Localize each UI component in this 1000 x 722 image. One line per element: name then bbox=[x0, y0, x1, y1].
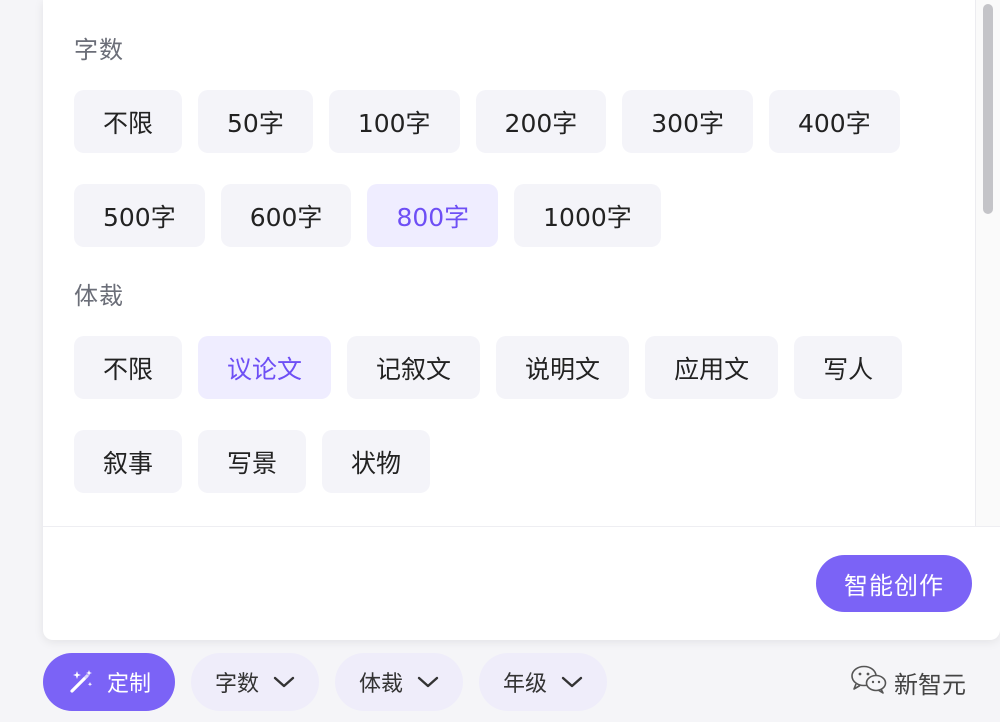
word-count-filter-button[interactable]: 字数 bbox=[191, 653, 320, 711]
word-count-option-unlimited[interactable]: 不限 bbox=[74, 90, 183, 153]
genre-filter-button[interactable]: 体裁 bbox=[335, 653, 464, 711]
smart-create-button[interactable]: 智能创作 bbox=[816, 555, 972, 612]
options-panel: 字数 不限 50字 100字 200字 300字 400字 500字 600字 … bbox=[43, 0, 1000, 640]
custom-button-label: 定制 bbox=[107, 672, 152, 697]
magic-wand-icon bbox=[67, 668, 95, 696]
genre-options: 不限 议论文 记叙文 说明文 应用文 写人 叙事 写景 状物 bbox=[74, 336, 954, 493]
word-count-option-800[interactable]: 800字 bbox=[367, 184, 499, 247]
panel-divider bbox=[43, 526, 1000, 527]
page: 字数 不限 50字 100字 200字 300字 400字 500字 600字 … bbox=[0, 0, 1000, 722]
chevron-down-icon bbox=[273, 675, 295, 689]
watermark-text: 新智元 bbox=[894, 670, 966, 699]
grade-filter-button[interactable]: 年级 bbox=[479, 653, 608, 711]
chevron-down-icon bbox=[417, 675, 439, 689]
chevron-down-icon bbox=[561, 675, 583, 689]
genre-option-argumentative[interactable]: 议论文 bbox=[198, 336, 332, 399]
genre-option-portrait[interactable]: 写人 bbox=[794, 336, 903, 399]
word-count-option-100[interactable]: 100字 bbox=[328, 90, 460, 153]
genre-option-storytelling[interactable]: 叙事 bbox=[74, 430, 183, 493]
genre-option-object[interactable]: 状物 bbox=[322, 430, 431, 493]
genre-title: 体裁 bbox=[74, 282, 124, 310]
genre-option-narrative[interactable]: 记叙文 bbox=[347, 336, 481, 399]
filter-label: 年级 bbox=[503, 672, 548, 697]
genre-option-practical[interactable]: 应用文 bbox=[645, 336, 779, 399]
word-count-option-1000[interactable]: 1000字 bbox=[514, 184, 661, 247]
word-count-option-600[interactable]: 600字 bbox=[220, 184, 352, 247]
genre-option-unlimited[interactable]: 不限 bbox=[74, 336, 183, 399]
genre-option-expository[interactable]: 说明文 bbox=[496, 336, 630, 399]
word-count-option-500[interactable]: 500字 bbox=[74, 184, 205, 247]
options-scroll-area: 字数 不限 50字 100字 200字 300字 400字 500字 600字 … bbox=[43, 0, 973, 526]
word-count-option-300[interactable]: 300字 bbox=[622, 90, 753, 153]
filter-label: 体裁 bbox=[359, 672, 404, 697]
bottom-toolbar: 定制 字数 体裁 年级 bbox=[43, 653, 608, 711]
word-count-option-200[interactable]: 200字 bbox=[475, 90, 607, 153]
watermark: 新智元 bbox=[850, 664, 966, 700]
word-count-option-400[interactable]: 400字 bbox=[768, 90, 900, 153]
genre-option-scenery[interactable]: 写景 bbox=[198, 430, 307, 493]
wechat-icon bbox=[850, 664, 888, 700]
vertical-scrollbar[interactable] bbox=[975, 0, 1000, 526]
word-count-options: 不限 50字 100字 200字 300字 400字 500字 600字 800… bbox=[74, 90, 954, 247]
custom-button[interactable]: 定制 bbox=[43, 653, 176, 711]
filter-label: 字数 bbox=[215, 672, 260, 697]
word-count-title: 字数 bbox=[74, 36, 124, 64]
word-count-option-50[interactable]: 50字 bbox=[198, 90, 313, 153]
scrollbar-thumb[interactable] bbox=[983, 4, 993, 214]
